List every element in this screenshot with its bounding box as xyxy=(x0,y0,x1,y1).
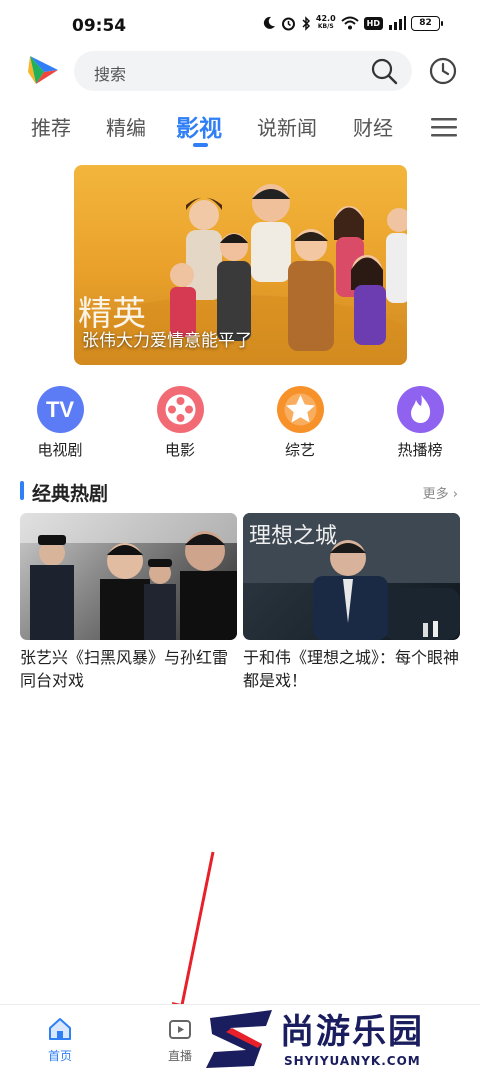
wifi-icon xyxy=(340,16,359,30)
banner-caption: 张伟大力爱情意能平了 xyxy=(82,331,252,351)
active-tab-indicator xyxy=(193,143,208,147)
category-label: 热播榜 xyxy=(397,441,443,459)
tab-curated[interactable]: 精编 xyxy=(106,112,146,141)
status-time: 09:54 xyxy=(72,16,127,36)
more-label: 更多 xyxy=(422,487,449,502)
category-tv-series[interactable]: TV 电视剧 xyxy=(15,386,105,460)
drama-card[interactable]: 张艺兴《扫黑风暴》与孙红雷同台对戏 xyxy=(20,513,237,692)
more-link[interactable]: 更多 › xyxy=(423,483,458,502)
top-row: 搜索 xyxy=(0,50,480,94)
star-icon xyxy=(276,386,324,433)
drama-poster-title: 理想之城 xyxy=(249,524,337,549)
channel-menu-icon[interactable] xyxy=(430,116,458,138)
channel-tabs: 推荐 精编 影视 说新闻 财经 xyxy=(0,108,480,152)
drama-title: 张艺兴《扫黑风暴》与孙红雷同台对戏 xyxy=(20,648,229,690)
net-speed: 42.0 KB/S xyxy=(316,15,336,31)
category-label: 电影 xyxy=(164,441,195,459)
tab-film-tv[interactable]: 影视 xyxy=(176,109,222,143)
drama-thumbnail xyxy=(20,513,237,640)
section-accent-bar xyxy=(20,481,24,500)
alarm-icon xyxy=(281,17,295,30)
category-variety[interactable]: 综艺 xyxy=(255,386,345,460)
tab-recommend[interactable]: 推荐 xyxy=(31,112,71,141)
drama-title: 于和伟《理想之城》：每个眼神都是戏！ xyxy=(243,648,460,690)
tv-icon: TV xyxy=(36,386,84,433)
status-bar: 09:54 42.0 KB/S HD 82 xyxy=(0,0,480,48)
nav-home[interactable]: 首页 xyxy=(30,1017,90,1064)
search-icon[interactable] xyxy=(370,57,398,85)
watermark-brand: 尚游乐园 xyxy=(280,1012,424,1052)
app-logo[interactable] xyxy=(26,52,62,88)
drama-card[interactable]: 理想之城 于和伟《理想之城》：每个眼神都是戏！ xyxy=(243,513,460,692)
battery-indicator: 82 xyxy=(411,15,443,31)
drama-thumbnail: 理想之城 xyxy=(243,513,460,640)
search-input[interactable]: 搜索 xyxy=(74,51,412,91)
moon-icon xyxy=(263,16,275,29)
bluetooth-icon xyxy=(302,15,310,31)
home-icon xyxy=(49,1018,71,1040)
live-icon xyxy=(169,1020,191,1039)
signal-icon xyxy=(389,16,406,30)
status-icons: 42.0 KB/S HD 82 xyxy=(262,15,443,31)
film-reel-icon xyxy=(156,386,204,433)
category-trending[interactable]: 热播榜 xyxy=(375,386,465,460)
history-clock-icon[interactable] xyxy=(428,56,458,86)
flame-icon xyxy=(396,386,444,433)
category-shortcuts: TV 电视剧 电影 综艺 热播榜 xyxy=(0,386,480,466)
hd-badge: HD xyxy=(363,16,383,30)
category-movie[interactable]: 电影 xyxy=(135,386,225,460)
watermark-logo xyxy=(206,1010,272,1068)
category-label: 电视剧 xyxy=(37,441,83,459)
chevron-right-icon: › xyxy=(452,487,458,502)
featured-banner[interactable]: 精英 张伟大力爱情意能平了 xyxy=(74,165,407,365)
section-title: 经典热剧 xyxy=(32,483,109,505)
section-header: 经典热剧 更多 › xyxy=(0,478,480,506)
category-label: 综艺 xyxy=(284,441,315,459)
site-watermark: 尚游乐园 SHYIYUANYK.COM xyxy=(200,1002,480,1072)
net-speed-value: 42.0 xyxy=(315,14,336,23)
watermark-domain: SHYIYUANYK.COM xyxy=(284,1054,421,1068)
tab-finance[interactable]: 财经 xyxy=(353,112,393,141)
nav-label: 首页 xyxy=(47,1049,72,1063)
tab-news-talk[interactable]: 说新闻 xyxy=(257,112,317,141)
search-placeholder: 搜索 xyxy=(94,65,127,84)
net-speed-unit: KB/S xyxy=(317,23,334,30)
